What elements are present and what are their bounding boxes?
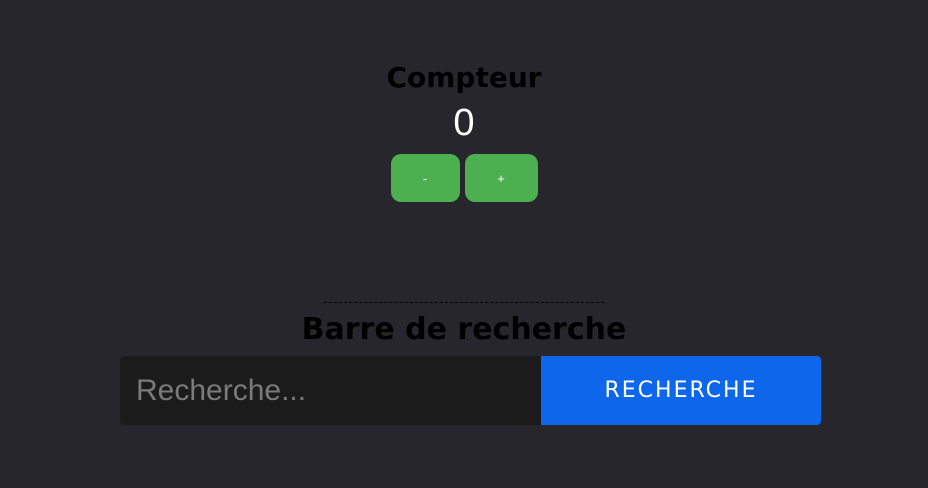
increment-button[interactable]: +	[464, 154, 538, 202]
counter-title: Compteur	[386, 61, 542, 94]
counter-value: 0	[453, 102, 475, 144]
counter-buttons: - +	[0, 154, 928, 202]
search-input[interactable]	[120, 356, 541, 425]
divider	[324, 302, 604, 303]
counter-section: Compteur 0 - +	[0, 58, 928, 202]
page: Compteur 0 - + Barre de recherche RECHER…	[0, 0, 928, 488]
search-button[interactable]: RECHERCHE	[541, 356, 821, 425]
search-section: Barre de recherche RECHERCHE	[0, 302, 928, 425]
search-bar: RECHERCHE	[120, 356, 821, 425]
decrement-button[interactable]: -	[390, 154, 460, 202]
search-title: Barre de recherche	[301, 312, 627, 347]
